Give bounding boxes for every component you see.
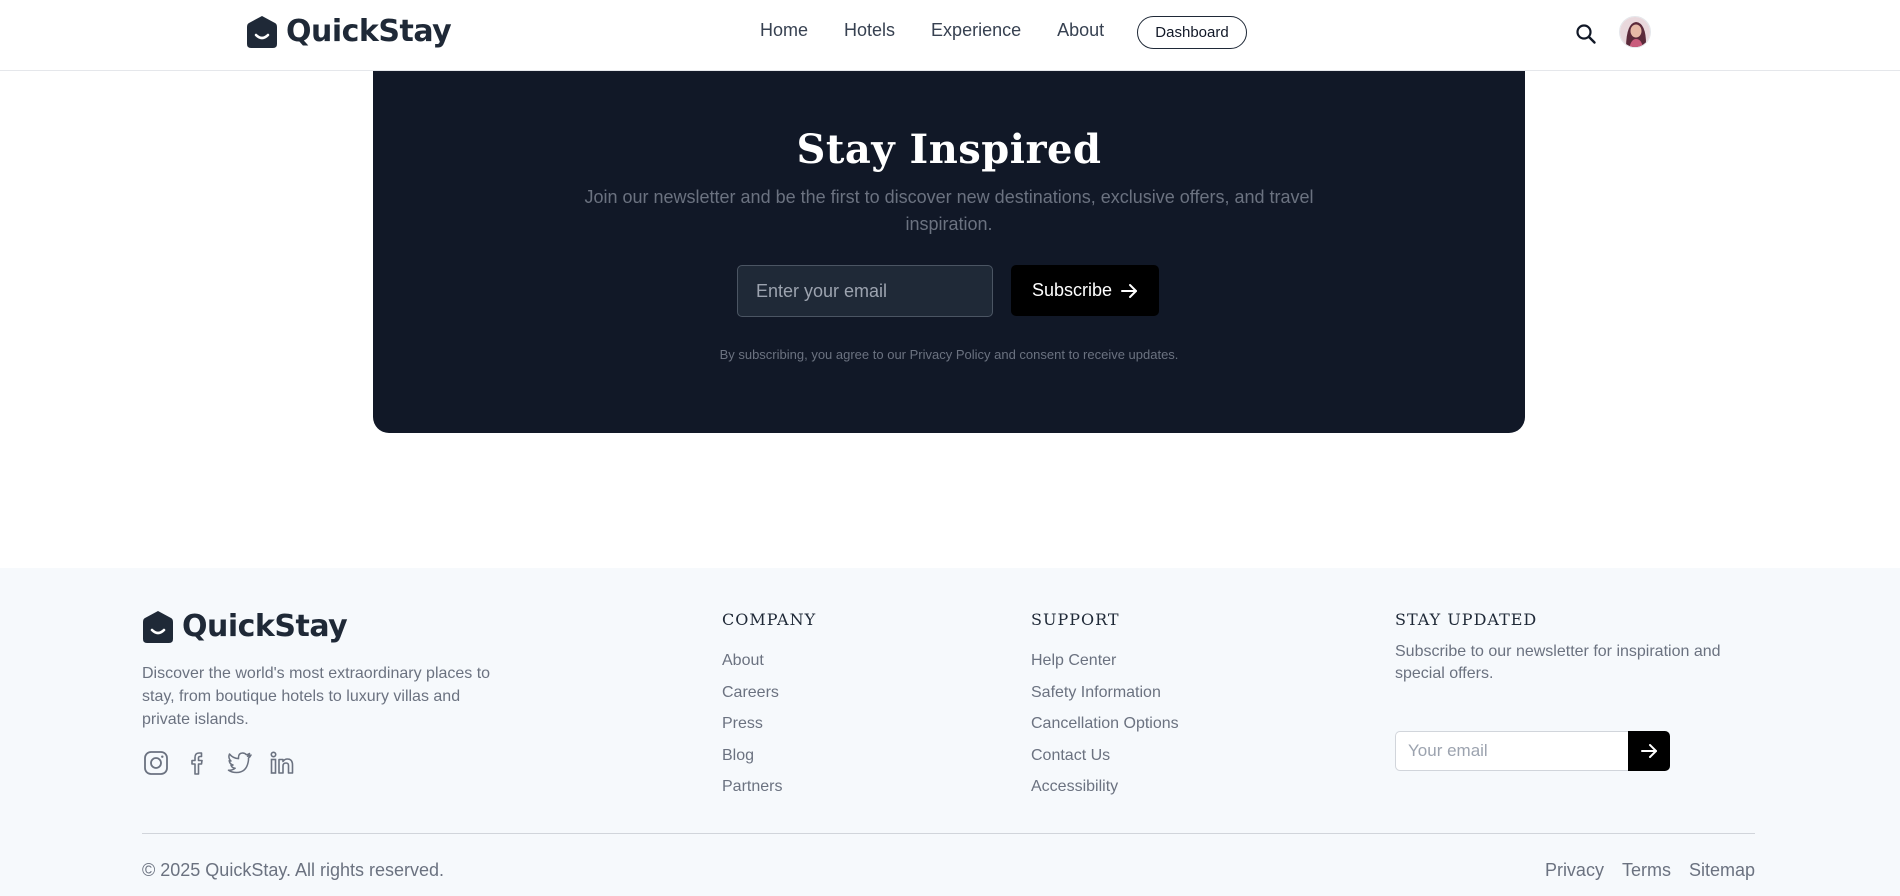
nav-link-experience[interactable]: Experience bbox=[931, 20, 1021, 41]
nav-link-about[interactable]: About bbox=[1057, 20, 1104, 41]
avatar[interactable] bbox=[1619, 16, 1651, 48]
newsletter-email-input[interactable] bbox=[737, 265, 993, 317]
dashboard-button[interactable]: Dashboard bbox=[1137, 16, 1247, 49]
nav-link-home[interactable]: Home bbox=[760, 20, 808, 41]
footer-brand-name: QuickStay bbox=[182, 609, 348, 644]
site-footer: QuickStay Discover the world's most extr… bbox=[0, 568, 1900, 896]
footer-subscribe-button[interactable] bbox=[1628, 731, 1670, 771]
footer-brand-logo[interactable]: QuickStay bbox=[142, 609, 348, 644]
linkedin-icon[interactable] bbox=[268, 749, 296, 777]
brand-logo[interactable]: QuickStay bbox=[246, 14, 452, 49]
stay-updated-text: Subscribe to our newsletter for inspirat… bbox=[1395, 643, 1721, 682]
copyright-text: © 2025 QuickStay. All rights reserved. bbox=[142, 860, 445, 880]
newsletter-title: Stay Inspired bbox=[796, 126, 1102, 173]
twitter-icon[interactable] bbox=[226, 749, 254, 777]
footer-link-help-center[interactable]: Help Center bbox=[1031, 645, 1179, 677]
footer-link-about[interactable]: About bbox=[722, 645, 816, 677]
footer-bottom-links: Privacy Terms Sitemap bbox=[1545, 860, 1755, 881]
social-links bbox=[142, 749, 296, 777]
stay-updated-heading: STAY UPDATED bbox=[1395, 610, 1538, 629]
footer-link-blog[interactable]: Blog bbox=[722, 740, 816, 772]
brand-name: QuickStay bbox=[286, 14, 452, 49]
facebook-icon[interactable] bbox=[184, 749, 212, 777]
company-heading: COMPANY bbox=[722, 610, 817, 629]
subscribe-label: Subscribe bbox=[1031, 280, 1113, 300]
footer-link-partners[interactable]: Partners bbox=[722, 771, 816, 803]
footer-link-sitemap[interactable]: Sitemap bbox=[1689, 860, 1755, 881]
footer-link-press[interactable]: Press bbox=[722, 708, 816, 740]
footer-link-accessibility[interactable]: Accessibility bbox=[1031, 771, 1179, 803]
footer-stay-updated-column: STAY UPDATED Subscribe to our newsletter… bbox=[1395, 610, 1735, 771]
search-icon[interactable] bbox=[1575, 23, 1597, 45]
footer-link-safety-information[interactable]: Safety Information bbox=[1031, 677, 1179, 709]
footer-link-terms[interactable]: Terms bbox=[1622, 860, 1671, 881]
instagram-icon[interactable] bbox=[142, 749, 170, 777]
footer-description: Discover the world's most extraordinary … bbox=[142, 665, 491, 728]
footer-link-cancellation-options[interactable]: Cancellation Options bbox=[1031, 708, 1179, 740]
footer-company-column: COMPANY About Careers Press Blog Partner… bbox=[722, 610, 816, 803]
footer-support-column: SUPPORT Help Center Safety Information C… bbox=[1031, 610, 1179, 803]
arrow-right-icon bbox=[1121, 283, 1138, 298]
user-avatar-image bbox=[1620, 17, 1650, 47]
main-nav: Home Hotels Experience About bbox=[760, 20, 1140, 41]
footer-link-privacy[interactable]: Privacy bbox=[1545, 860, 1604, 881]
arrow-right-icon bbox=[1641, 744, 1657, 758]
house-logo-icon bbox=[247, 15, 277, 48]
newsletter-subtitle: Join our newsletter and be the first to … bbox=[584, 187, 1314, 234]
footer-link-contact-us[interactable]: Contact Us bbox=[1031, 740, 1179, 772]
footer-divider bbox=[142, 833, 1755, 834]
subscribe-button[interactable]: Subscribe bbox=[1011, 265, 1159, 316]
top-navbar: QuickStay Home Hotels Experience About D… bbox=[0, 0, 1900, 71]
footer-subscribe-form bbox=[1395, 731, 1670, 771]
nav-link-hotels[interactable]: Hotels bbox=[844, 20, 895, 41]
newsletter-section: Stay Inspired Join our newsletter and be… bbox=[373, 60, 1525, 433]
newsletter-legal-text: By subscribing, you agree to our Privacy… bbox=[719, 347, 1179, 362]
footer-email-input[interactable] bbox=[1395, 731, 1628, 771]
house-logo-icon bbox=[143, 610, 173, 643]
support-heading: SUPPORT bbox=[1031, 610, 1120, 629]
footer-link-careers[interactable]: Careers bbox=[722, 677, 816, 709]
